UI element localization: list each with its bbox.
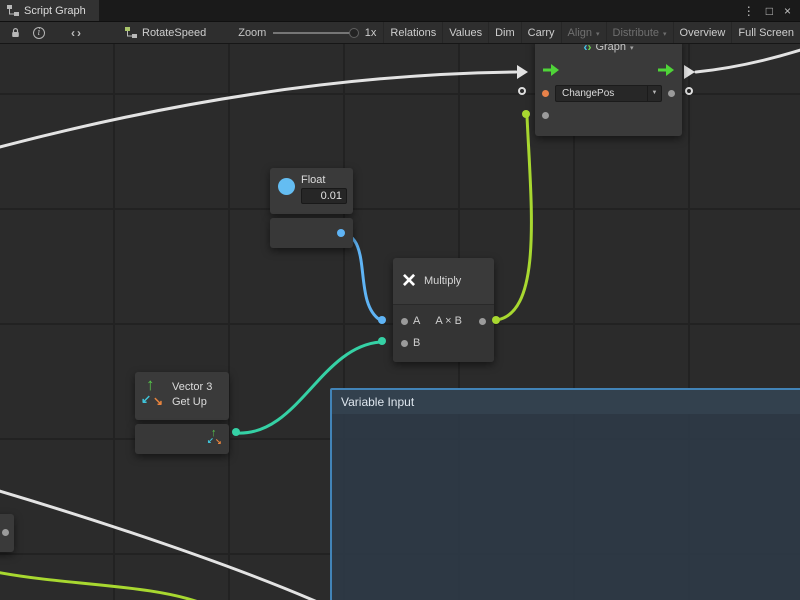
graph-breadcrumb[interactable]: RotateSpeed [119, 22, 212, 43]
unity-script-graph-window: Script Graph ⋮ □ × i ‹› RotateS [0, 0, 800, 600]
distribute-caret-icon: ▾ [663, 28, 667, 38]
change-pos-dropdown[interactable]: ChangePos ▼ [555, 85, 662, 102]
lock-icon[interactable] [4, 22, 27, 43]
relations-button[interactable]: Relations [383, 22, 442, 43]
graph-extra-port-row [535, 104, 682, 126]
carry-button[interactable]: Carry [521, 22, 561, 43]
window-controls: ⋮ □ × [743, 0, 800, 21]
tab-label: Script Graph [24, 5, 86, 17]
values-button[interactable]: Values [442, 22, 488, 43]
dim-button[interactable]: Dim [488, 22, 521, 43]
group-title: Variable Input [341, 395, 414, 409]
port-output-dot[interactable] [479, 318, 486, 325]
wire-white-right[interactable] [696, 49, 800, 72]
variable-input-group[interactable]: Variable Input [330, 388, 800, 600]
value-port-ring-right[interactable] [685, 87, 693, 95]
zoom-value: 1x [365, 27, 377, 39]
toolbar-buttons: Relations Values Dim Carry Align ▾ Distr… [383, 22, 800, 43]
zoom-slider-knob[interactable] [349, 28, 359, 38]
zoom-slider[interactable] [271, 22, 359, 44]
graph-node-header[interactable]: ‹› Graph ▾ [535, 44, 682, 58]
port-dot[interactable] [2, 529, 9, 536]
vector3-mini-icon[interactable]: ↑ ↙ ↘ [207, 428, 223, 450]
vector3-get-up-node[interactable]: ↑ ↙ ↘ Vector 3 Get Up ↑ ↙ ↘ [135, 372, 229, 454]
float-node-ports [270, 218, 353, 248]
graph-node-title: Graph [595, 44, 626, 53]
multiply-node[interactable]: × Multiply A A × B B [393, 258, 494, 362]
dropdown-arrow-icon: ▼ [647, 86, 661, 101]
port-a-dot[interactable] [401, 318, 408, 325]
distribute-button[interactable]: Distribute ▾ [606, 22, 673, 43]
graph-title-caret-icon: ▾ [630, 44, 634, 52]
multiply-node-ports: A A × B B [393, 304, 494, 362]
green-wire-end-dot[interactable] [522, 110, 530, 118]
orange-port-dot[interactable] [542, 90, 549, 97]
wire-multiply-to-graph[interactable] [497, 116, 531, 320]
window-menu-icon[interactable]: ⋮ [743, 5, 755, 17]
flow-output-arrow[interactable] [684, 65, 695, 79]
multiply-node-title: Multiply [424, 275, 461, 287]
multiply-output-dot[interactable] [492, 316, 500, 324]
float-value-field[interactable]: 0.01 [301, 188, 347, 204]
flow-out-arrow-icon[interactable] [657, 63, 675, 80]
overview-button[interactable]: Overview [673, 22, 732, 43]
float-node-header[interactable]: Float 0.01 [270, 168, 353, 214]
vector-node-subtitle: Get Up [172, 395, 212, 410]
info-icon[interactable]: i [27, 22, 51, 43]
float-node-title: Float [301, 174, 347, 186]
float-node[interactable]: Float 0.01 [270, 168, 353, 248]
vector-node-title: Vector 3 [172, 380, 212, 395]
wire-white-top[interactable] [0, 72, 516, 148]
align-button[interactable]: Align ▾ [561, 22, 606, 43]
graph-variable-row: ChangePos ▼ [535, 82, 682, 104]
expand-icon[interactable]: ‹› [51, 22, 89, 43]
close-icon[interactable]: × [784, 5, 791, 17]
vector-output-dot[interactable] [232, 428, 240, 436]
group-header[interactable]: Variable Input [332, 390, 800, 414]
vector-node-header[interactable]: ↑ ↙ ↘ Vector 3 Get Up [135, 372, 229, 420]
tab-bar: Script Graph ⋮ □ × [0, 0, 800, 22]
graph-asset-icon [125, 27, 137, 38]
maximize-icon[interactable]: □ [766, 5, 773, 17]
graph-canvas[interactable]: Variable Input ‹› Graph ▾ [0, 44, 800, 600]
port-output-label: A × B [435, 315, 462, 327]
multiply-b-input-dot[interactable] [378, 337, 386, 345]
gray-port-dot[interactable] [668, 90, 675, 97]
align-caret-icon: ▾ [596, 28, 600, 38]
zoom-slider-track [273, 32, 357, 34]
wire-green-lower[interactable] [0, 572, 204, 600]
float-type-icon [278, 178, 295, 195]
gray-port-dot[interactable] [542, 112, 549, 119]
multiply-icon: × [402, 269, 416, 293]
tab-script-graph[interactable]: Script Graph [0, 0, 99, 21]
flow-in-arrow-icon[interactable] [542, 63, 560, 80]
port-row-a: A A × B [393, 310, 494, 332]
script-graph-icon [7, 5, 19, 16]
vector3-icon: ↑ ↙ ↘ [141, 377, 167, 415]
graph-toolbar: i ‹› RotateSpeed Zoom 1x Relations Value… [0, 22, 800, 44]
multiply-node-header[interactable]: × Multiply [393, 258, 494, 304]
flow-input-arrow[interactable] [517, 65, 528, 79]
partial-node[interactable] [0, 514, 14, 552]
graph-name-label: RotateSpeed [142, 27, 206, 39]
wire-white-lower[interactable] [0, 490, 322, 600]
full-screen-button[interactable]: Full Screen [731, 22, 800, 43]
float-output-port[interactable] [337, 229, 345, 237]
zoom-label: Zoom [238, 27, 266, 39]
multiply-a-input-dot[interactable] [378, 316, 386, 324]
port-b-label: B [413, 337, 420, 349]
visual-scripting-icon: ‹› [583, 44, 591, 54]
flow-port-row [535, 58, 682, 82]
port-row-b: B [393, 332, 494, 354]
vector-node-ports: ↑ ↙ ↘ [135, 424, 229, 454]
value-port-ring-left[interactable] [518, 87, 526, 95]
graph-node[interactable]: ‹› Graph ▾ [535, 44, 682, 136]
dropdown-value: ChangePos [556, 88, 647, 99]
port-b-dot[interactable] [401, 340, 408, 347]
port-a-label: A [413, 315, 420, 327]
